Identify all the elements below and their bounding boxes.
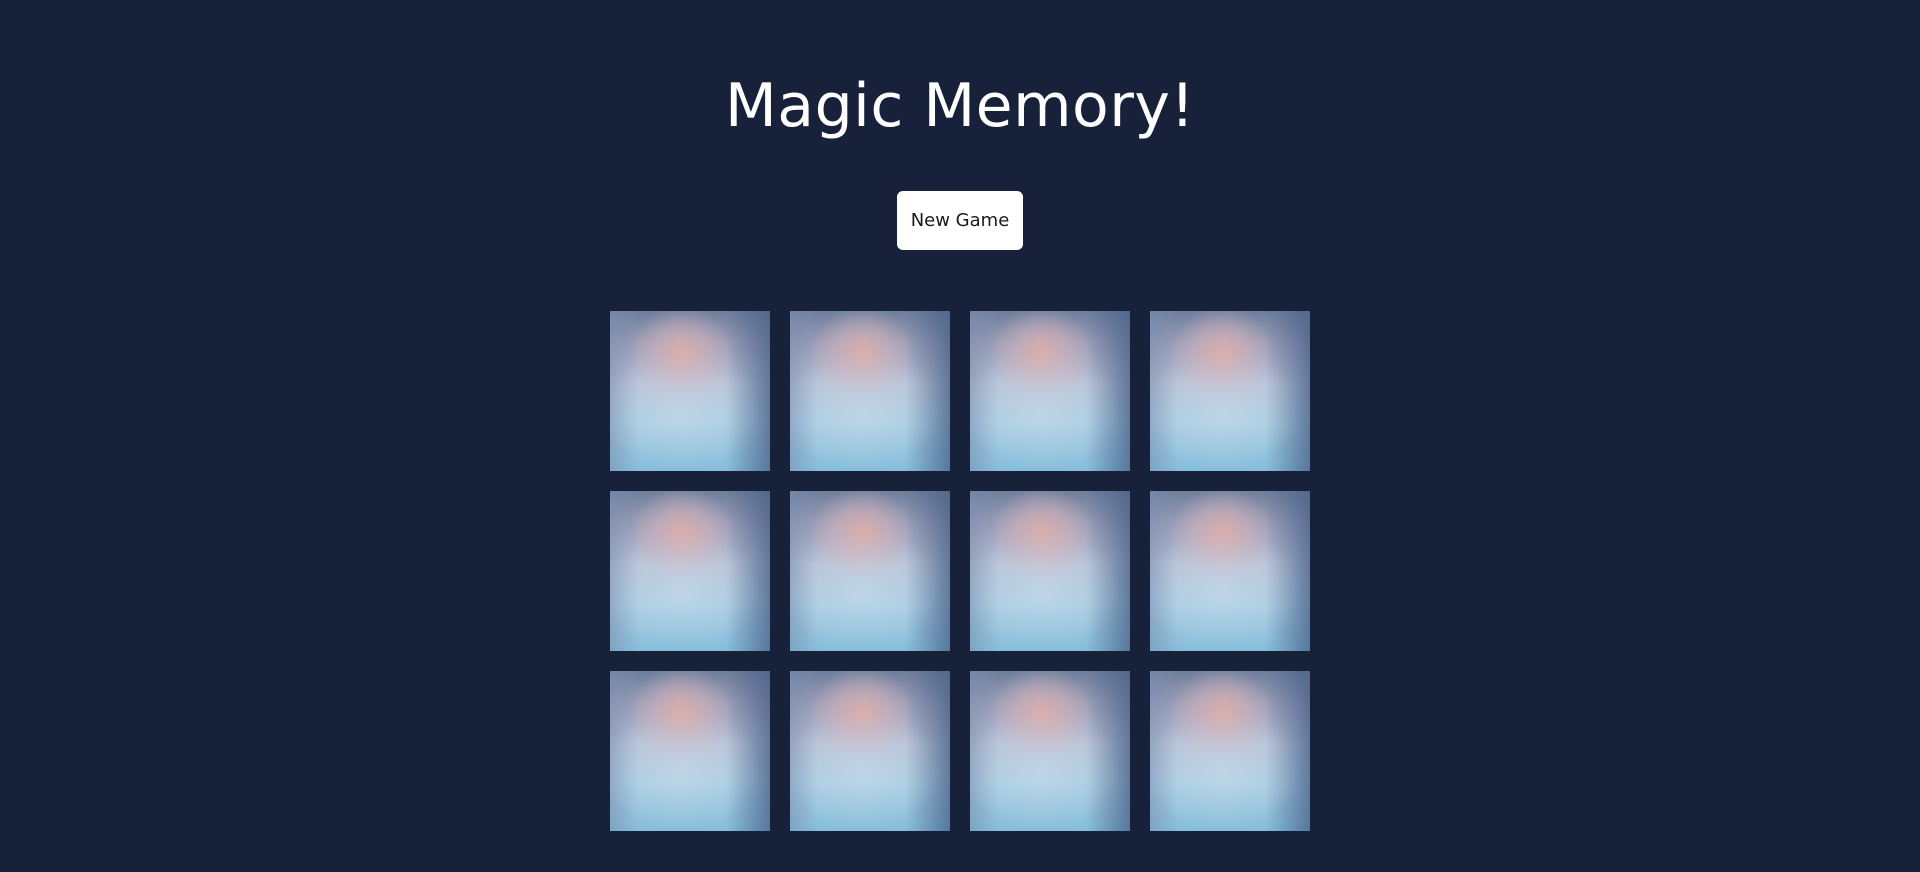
memory-card-back[interactable] bbox=[610, 491, 770, 651]
memory-card-back[interactable] bbox=[610, 671, 770, 831]
memory-card-back[interactable] bbox=[1150, 671, 1310, 831]
card-grid bbox=[610, 311, 1310, 831]
memory-card-back[interactable] bbox=[610, 311, 770, 471]
memory-card-back[interactable] bbox=[1150, 311, 1310, 471]
memory-card-back[interactable] bbox=[1150, 491, 1310, 651]
memory-card-back[interactable] bbox=[970, 491, 1130, 651]
app-root: Magic Memory! New Game bbox=[0, 0, 1920, 872]
new-game-button[interactable]: New Game bbox=[897, 191, 1023, 250]
memory-card-back[interactable] bbox=[970, 311, 1130, 471]
memory-card-back[interactable] bbox=[790, 671, 950, 831]
game-title: Magic Memory! bbox=[725, 71, 1195, 141]
memory-card-back[interactable] bbox=[790, 311, 950, 471]
memory-card-back[interactable] bbox=[970, 671, 1130, 831]
memory-card-back[interactable] bbox=[790, 491, 950, 651]
